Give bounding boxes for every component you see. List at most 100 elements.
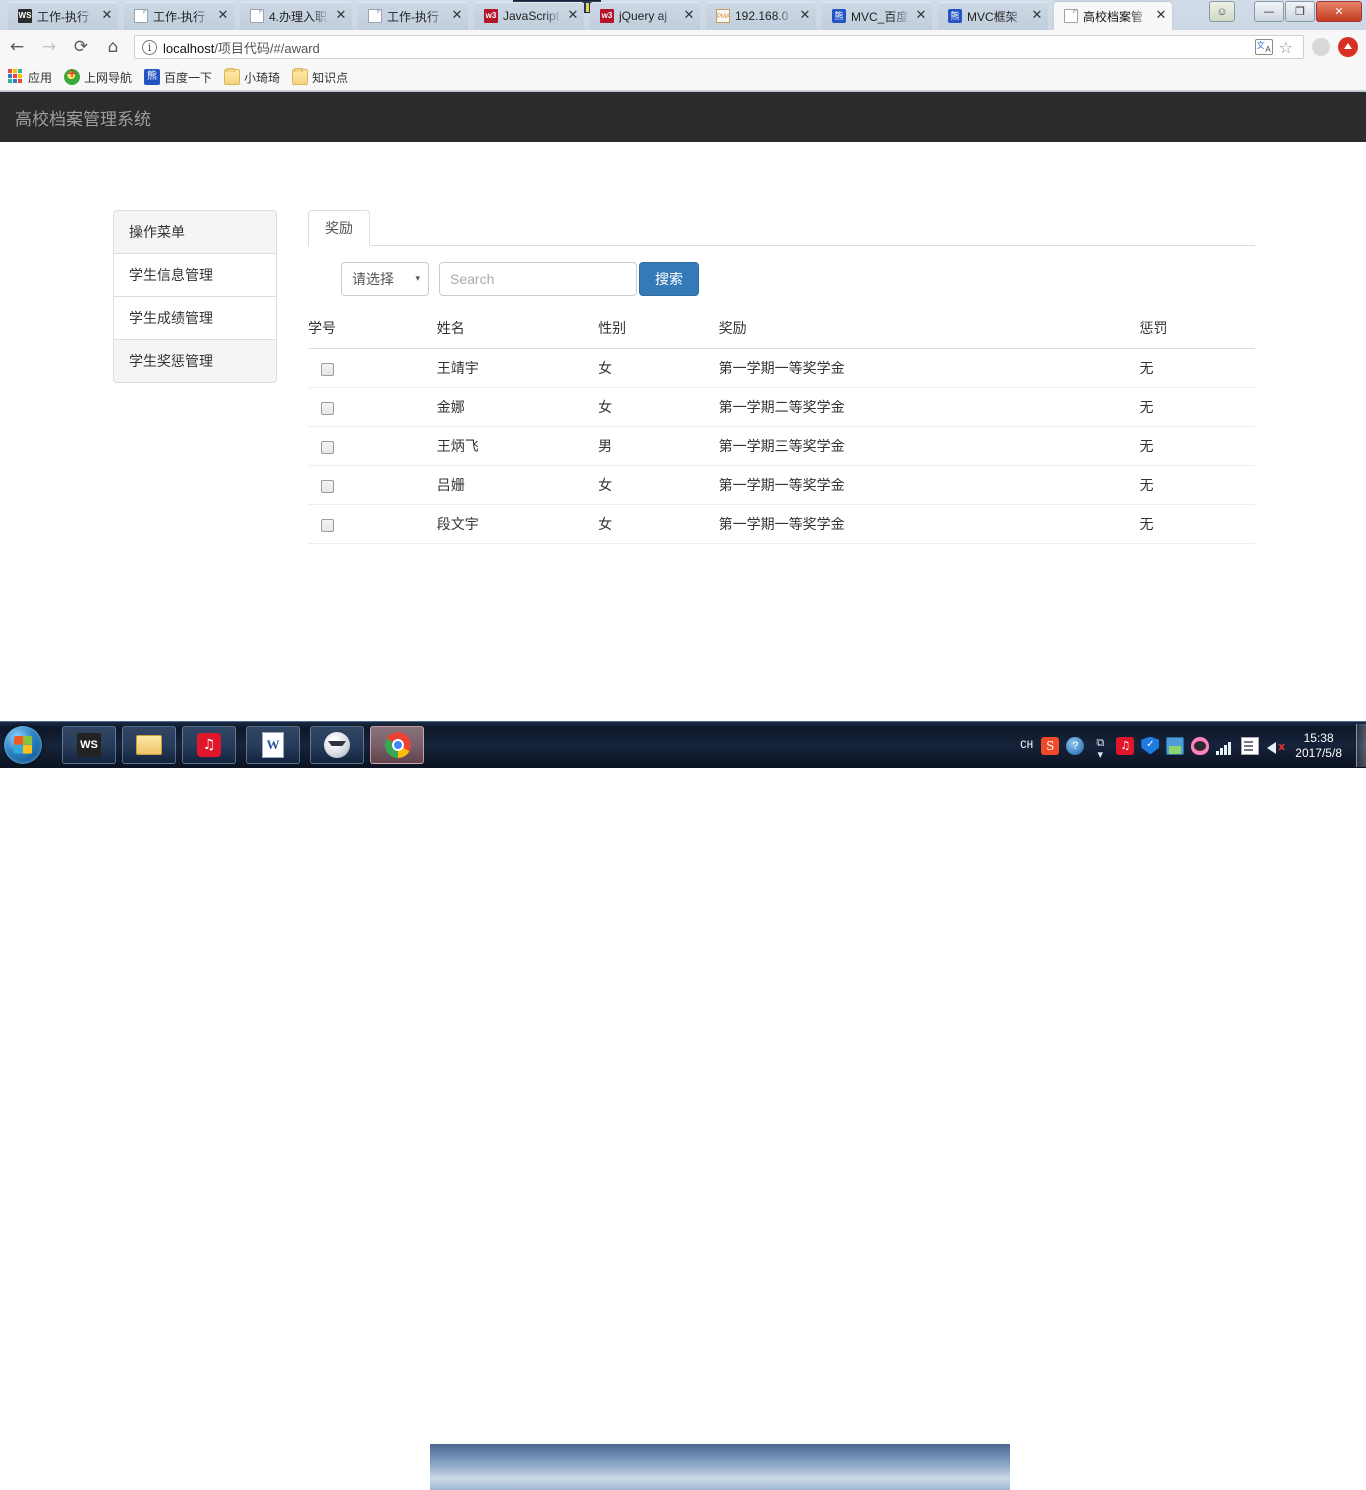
sogou-input-icon[interactable]: S <box>1041 737 1059 755</box>
taskbar-item-netease-music[interactable]: ♫ <box>182 726 236 764</box>
taskbar-item-explorer[interactable] <box>122 726 176 764</box>
close-tab-icon[interactable]: ✕ <box>1154 9 1168 23</box>
cell-punish: 无 <box>1140 505 1255 544</box>
bookmark-baidu[interactable]: 熊 百度一下 <box>144 69 212 86</box>
browser-tab-8[interactable]: 熊 MVC框架 ✕ <box>938 2 1048 30</box>
user-profile-button[interactable]: ☺ <box>1209 1 1235 22</box>
forward-icon[interactable]: → <box>34 32 64 62</box>
table-row[interactable]: 吕姗 女 第一学期一等奖学金 无 <box>308 466 1255 505</box>
taskbar-clock[interactable]: 15:38 2017/5/8 <box>1295 731 1342 761</box>
taskbar-item-chrome[interactable] <box>370 726 424 764</box>
taskbar-item-education-app[interactable] <box>310 726 364 764</box>
cell-award: 第一学期三等奖学金 <box>719 427 1140 466</box>
help-icon[interactable]: ? <box>1066 737 1084 755</box>
close-window-button[interactable]: ✕ <box>1316 1 1362 22</box>
browser-tab-0[interactable]: WS 工作-执行 ✕ <box>8 2 118 30</box>
bookmark-apps[interactable]: 应用 <box>8 69 52 86</box>
tab-title: 高校档案管 <box>1083 8 1150 25</box>
avatar[interactable] <box>1312 38 1330 56</box>
browser-tab-1[interactable]: 工作-执行 ✕ <box>124 2 234 30</box>
taskbar-item-webstorm[interactable]: WS <box>62 726 116 764</box>
close-tab-icon[interactable]: ✕ <box>682 9 696 23</box>
netease-music-icon[interactable]: ♫ <box>1116 737 1134 755</box>
maximize-button[interactable]: ❐ <box>1285 1 1315 22</box>
browser-tab-3[interactable]: 工作-执行 ✕ <box>358 2 468 30</box>
tencent-shield-icon[interactable]: ✓ <box>1141 737 1159 755</box>
sidebar-item-student-info[interactable]: 学生信息管理 <box>114 254 276 297</box>
minimize-button[interactable]: — <box>1254 1 1284 22</box>
clipboard-icon[interactable] <box>1241 737 1259 755</box>
cell-gender: 女 <box>598 349 719 388</box>
browser-tab-7[interactable]: 熊 MVC_百度 ✕ <box>822 2 932 30</box>
column-header-award: 奖励 <box>719 310 1140 349</box>
sidebar-item-student-awards[interactable]: 学生奖惩管理 <box>114 340 276 382</box>
cell-name: 王靖宇 <box>437 349 598 388</box>
close-tab-icon[interactable]: ✕ <box>798 9 812 23</box>
row-checkbox[interactable] <box>321 441 334 454</box>
search-field-select[interactable]: 请选择 ▾ <box>341 262 429 296</box>
bookmark-folder-knowledge[interactable]: 知识点 <box>292 69 348 86</box>
row-checkbox[interactable] <box>321 519 334 532</box>
close-tab-icon[interactable]: ✕ <box>334 9 348 23</box>
bookmark-label: 上网导航 <box>84 69 132 86</box>
cell-gender: 女 <box>598 466 719 505</box>
cell-name: 段文宇 <box>437 505 598 544</box>
back-icon[interactable]: ← <box>2 32 32 62</box>
webstorm-icon: WS <box>77 733 101 757</box>
browser-tab-5[interactable]: w3 jQuery aj ✕ <box>590 2 700 30</box>
translate-icon[interactable] <box>1255 39 1273 55</box>
graduation-cap-icon <box>323 731 351 759</box>
show-desktop-button[interactable] <box>1356 724 1366 767</box>
monitor-icon[interactable] <box>1166 737 1184 755</box>
sidebar-item-student-grades[interactable]: 学生成绩管理 <box>114 297 276 340</box>
close-tab-icon[interactable]: ✕ <box>914 9 928 23</box>
volume-muted-icon[interactable] <box>1266 737 1284 755</box>
tab-title: jQuery aj <box>619 9 678 23</box>
table-row[interactable]: 王靖宇 女 第一学期一等奖学金 无 <box>308 349 1255 388</box>
folder-icon <box>224 69 240 85</box>
browser-tab-2[interactable]: 4.办理入职 ✕ <box>240 2 352 30</box>
tab-title: MVC框架 <box>967 8 1026 25</box>
site-info-icon[interactable]: i <box>142 40 157 55</box>
search-input[interactable] <box>439 262 637 296</box>
tab-award[interactable]: 奖励 <box>308 210 370 246</box>
search-button[interactable]: 搜索 <box>639 262 699 296</box>
window-controls: ☺ — ❐ ✕ <box>1209 1 1362 22</box>
cell-gender: 女 <box>598 388 719 427</box>
close-tab-icon[interactable]: ✕ <box>100 9 114 23</box>
table-row[interactable]: 金娜 女 第一学期二等奖学金 无 <box>308 388 1255 427</box>
browser-tab-9[interactable]: 高校档案管 ✕ <box>1054 2 1172 30</box>
row-checkbox[interactable] <box>321 480 334 493</box>
row-checkbox[interactable] <box>321 402 334 415</box>
chrome-menu-icon[interactable] <box>1338 37 1358 57</box>
home-icon[interactable]: ⌂ <box>98 32 128 62</box>
input-method-indicator[interactable]: CH <box>1020 740 1033 752</box>
bookmark-navigation[interactable]: 上网导航 <box>64 69 132 86</box>
close-tab-icon[interactable]: ✕ <box>566 9 580 23</box>
table-row[interactable]: 王炳飞 男 第一学期三等奖学金 无 <box>308 427 1255 466</box>
close-tab-icon[interactable]: ✕ <box>1030 9 1044 23</box>
desktop-wallpaper-peek <box>430 1444 1010 1490</box>
bookmark-folder-xiaoqiqi[interactable]: 小琦琦 <box>224 69 280 86</box>
start-button[interactable] <box>4 726 42 764</box>
close-tab-icon[interactable]: ✕ <box>216 9 230 23</box>
bookmark-star-icon[interactable]: ☆ <box>1279 38 1293 57</box>
close-tab-icon[interactable]: ✕ <box>450 9 464 23</box>
signal-bars-icon[interactable] <box>1216 737 1234 755</box>
word-icon: W <box>262 732 284 758</box>
browser-tab-6[interactable]: PMA 192.168.0 ✕ <box>706 2 816 30</box>
taskbar-item-word[interactable]: W <box>246 726 300 764</box>
browser-tab-4[interactable]: w3 JavaScript ✕ <box>474 2 584 30</box>
reload-icon[interactable]: ⟳ <box>66 32 96 62</box>
stack-icon[interactable]: ⧉▾ <box>1091 737 1109 755</box>
cell-name: 王炳飞 <box>437 427 598 466</box>
qq-penguin-icon[interactable] <box>1191 737 1209 755</box>
table-header: 学号 姓名 性别 奖励 惩罚 <box>308 310 1255 349</box>
address-bar[interactable]: i localhost/项目代码/#/award ☆ <box>134 35 1304 59</box>
folder-icon <box>292 69 308 85</box>
cell-gender: 女 <box>598 505 719 544</box>
row-checkbox[interactable] <box>321 363 334 376</box>
table-row[interactable]: 段文宇 女 第一学期一等奖学金 无 <box>308 505 1255 544</box>
operation-menu-heading: 操作菜单 <box>114 211 276 254</box>
tab-title: 工作-执行 <box>153 8 212 25</box>
